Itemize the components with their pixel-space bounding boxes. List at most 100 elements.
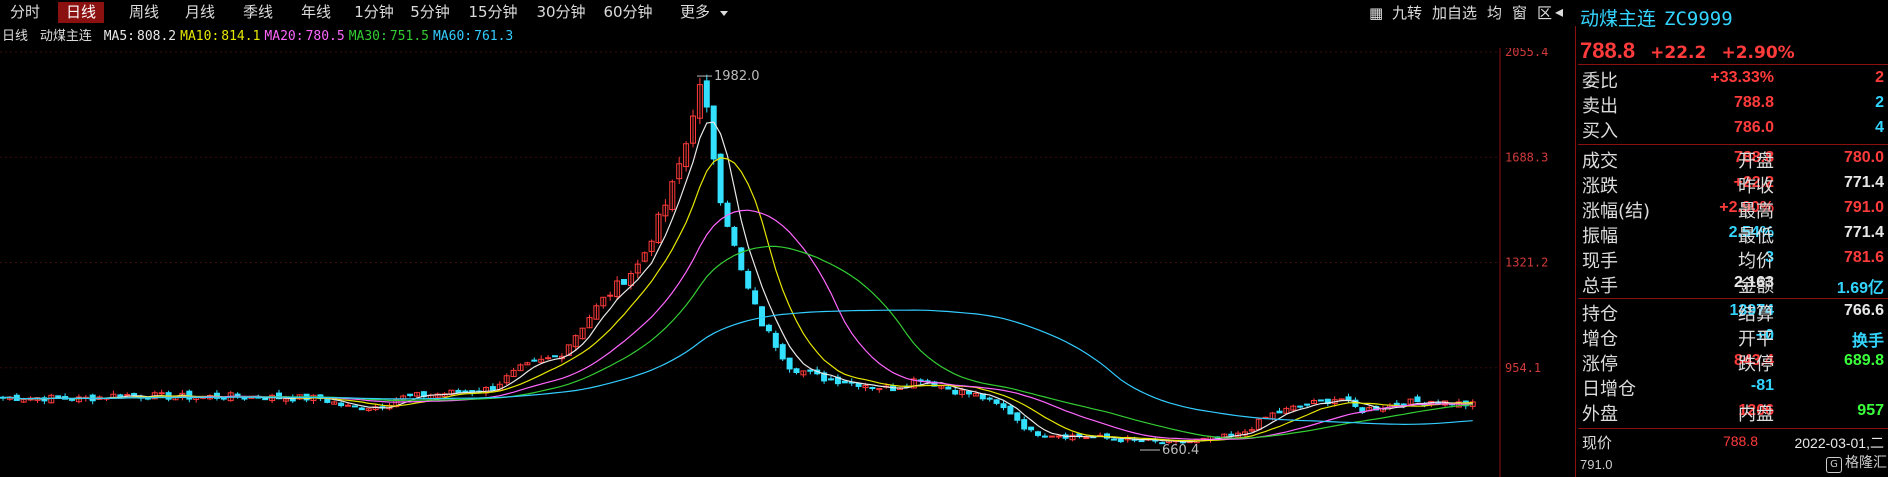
- ma5-line: [2, 121, 1473, 443]
- ma-value-3: 751.5: [389, 29, 429, 44]
- symbol-title: 动煤主连 ZC9999: [1580, 4, 1733, 31]
- candle-body: [1048, 435, 1055, 438]
- tab-period-7[interactable]: 5分钟: [406, 2, 454, 23]
- add-watchlist-tool[interactable]: 加自选: [1432, 3, 1477, 23]
- order-value: 786.0: [1733, 119, 1774, 136]
- tab-period-9[interactable]: 30分钟: [534, 2, 588, 23]
- candle-body: [158, 392, 165, 395]
- quote-date: 2022-03-01,二: [1794, 435, 1884, 451]
- tab-period-4[interactable]: 季线: [238, 2, 278, 23]
- chart-period: 日线: [2, 29, 29, 44]
- candle-body: [607, 294, 614, 297]
- quote-label: 成交: [1582, 151, 1618, 172]
- candle-body: [338, 402, 345, 407]
- divider-top: [1578, 64, 1888, 65]
- symbol-code: ZC9999: [1664, 8, 1733, 30]
- quote-label: 均价: [1738, 251, 1774, 272]
- candle-body: [1317, 399, 1324, 402]
- oi-value: 换手: [1851, 333, 1884, 350]
- candle-body: [1055, 435, 1062, 438]
- quote-label: 最低: [1738, 226, 1774, 247]
- quote-value: 771.4: [1843, 174, 1884, 191]
- tab-period-8[interactable]: 15分钟: [466, 2, 520, 23]
- tab-period-5[interactable]: 年线: [296, 2, 336, 23]
- candle-body: [731, 227, 738, 246]
- candle-body: [1028, 426, 1035, 431]
- oi-label: 增仓: [1582, 329, 1618, 350]
- ma-label-2: MA20:: [264, 29, 304, 44]
- oi-value: 766.6: [1843, 302, 1884, 319]
- tab-period-3[interactable]: 月线: [180, 2, 220, 23]
- order-label: 买入: [1582, 121, 1618, 142]
- tab-period-1[interactable]: 日线: [58, 2, 104, 23]
- candle-body: [1007, 405, 1014, 415]
- candle-body: [1041, 435, 1048, 438]
- grid-icon[interactable]: ▦: [1369, 3, 1383, 23]
- candle-body: [241, 397, 248, 400]
- candle-body: [1083, 437, 1090, 440]
- candle-body: [1228, 433, 1235, 436]
- y-tick-label: 954.1: [1505, 361, 1541, 375]
- candle-body: [786, 357, 793, 370]
- ma-value-1: 814.1: [221, 29, 261, 44]
- candle-body: [1117, 438, 1124, 443]
- oi-label: 开平: [1738, 329, 1774, 350]
- oi-value: -81: [1750, 377, 1774, 394]
- ma-legend: 日线 动煤主连 MA5: 808.2 MA10: 814.1 MA20: 780.5 MA3…: [0, 28, 521, 46]
- quote-label: 昨收: [1738, 176, 1774, 197]
- quote-value: 791.0: [1843, 199, 1884, 216]
- oi-label: 跌停: [1738, 354, 1774, 375]
- candle-body: [1000, 403, 1007, 409]
- price-change: +22.2: [1650, 43, 1707, 63]
- candle-body: [1345, 396, 1352, 401]
- symbol-name: 动煤主连: [1580, 8, 1657, 30]
- last-price: 788.8: [1580, 38, 1636, 63]
- candle-body: [407, 393, 414, 397]
- quote-label: 涨跌: [1582, 176, 1618, 197]
- candle-body: [345, 404, 351, 407]
- tab-period-6[interactable]: 1分钟: [350, 2, 398, 23]
- divider-oi: [1578, 298, 1888, 299]
- candle-body: [552, 355, 558, 358]
- quote-label: 涨幅(结): [1582, 201, 1651, 222]
- candle-body: [759, 306, 765, 327]
- candlestick-chart[interactable]: 2055.4 1688.3 1321.2 954.1 1982.0 660.4: [0, 48, 1575, 477]
- quote-label: 金额: [1738, 276, 1774, 297]
- quote-value: 771.4: [1843, 224, 1884, 241]
- panel-divider: [1575, 26, 1576, 477]
- oi-value: 957: [1857, 402, 1884, 419]
- tab-period-11[interactable]: 更多: [670, 2, 720, 23]
- candle-body: [1014, 412, 1021, 421]
- jiuzhuan-tool[interactable]: 九转: [1392, 3, 1422, 23]
- average-tool[interactable]: 均: [1487, 3, 1502, 23]
- quote-label: 总手: [1582, 276, 1618, 297]
- order-label: 委比: [1582, 71, 1618, 92]
- ma-value-2: 780.5: [305, 29, 345, 44]
- candle-body: [966, 390, 972, 395]
- range-tool[interactable]: 区: [1537, 3, 1552, 23]
- candle-body: [779, 344, 786, 360]
- oi-label: 结算: [1738, 304, 1774, 325]
- collapse-panel-icon[interactable]: ◂: [1555, 2, 1563, 21]
- ma20-line: [2, 209, 1473, 441]
- tab-period-2[interactable]: 周线: [124, 2, 164, 23]
- candle-body: [855, 382, 862, 387]
- quote-value: 781.6: [1843, 249, 1884, 266]
- tab-period-10[interactable]: 60分钟: [601, 2, 655, 23]
- y-tick-label: 1321.2: [1505, 256, 1548, 270]
- candle-body: [828, 378, 834, 381]
- candle-body: [752, 290, 759, 305]
- oi-label: 外盘: [1582, 404, 1618, 425]
- quote-value: 1.69亿: [1836, 280, 1884, 297]
- quote-panel: 动煤主连 ZC9999 788.8 +22.2 +2.90% 委比 +33.33% 2…: [1578, 0, 1888, 477]
- oi-label: 内盘: [1738, 404, 1774, 425]
- candle-body: [621, 279, 627, 285]
- candle-body: [1414, 396, 1421, 403]
- candle-body: [531, 359, 538, 362]
- ma-value-0: 808.2: [137, 29, 177, 44]
- tab-period-0[interactable]: 分时: [6, 2, 44, 23]
- watermark-logo: G 格隆汇: [1826, 452, 1887, 473]
- candle-body: [793, 368, 800, 373]
- window-tool[interactable]: 窗: [1512, 3, 1527, 23]
- oi-label: 涨停: [1582, 354, 1618, 375]
